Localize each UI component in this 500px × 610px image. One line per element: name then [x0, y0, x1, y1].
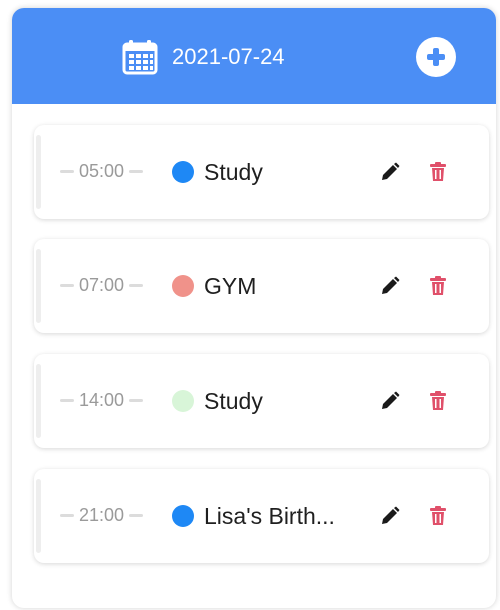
trash-icon[interactable] — [429, 391, 447, 411]
event-title: Study — [204, 388, 263, 414]
event-title: Lisa's Birth... — [204, 503, 335, 529]
pencil-icon[interactable] — [380, 391, 400, 411]
trash-icon[interactable] — [429, 506, 447, 526]
pencil-icon[interactable] — [380, 162, 400, 182]
event-item[interactable]: 14:00 Study — [34, 354, 489, 448]
trash-icon[interactable] — [429, 276, 447, 296]
event-time: 05:00 — [60, 161, 144, 182]
event-color-dot — [172, 161, 194, 183]
header: 2021-07-24 — [12, 8, 496, 104]
event-title: GYM — [204, 273, 257, 299]
event-item[interactable]: 21:00 Lisa's Birth... — [34, 469, 489, 563]
pencil-icon[interactable] — [380, 506, 400, 526]
calendar-icon — [122, 40, 158, 75]
calendar-card: 2021-07-24 05:00 Study 07:00 GYM 14:00 S… — [12, 8, 496, 608]
event-time: 21:00 — [60, 505, 144, 526]
event-time: 14:00 — [60, 390, 144, 411]
pencil-icon[interactable] — [380, 276, 400, 296]
event-title: Study — [204, 159, 263, 185]
trash-icon[interactable] — [429, 162, 447, 182]
event-color-dot — [172, 505, 194, 527]
event-color-dot — [172, 275, 194, 297]
event-item[interactable]: 05:00 Study — [34, 125, 489, 219]
event-color-dot — [172, 390, 194, 412]
event-item[interactable]: 07:00 GYM — [34, 239, 489, 333]
add-event-button[interactable] — [416, 37, 456, 77]
event-time: 07:00 — [60, 275, 144, 296]
date-label[interactable]: 2021-07-24 — [172, 44, 285, 70]
